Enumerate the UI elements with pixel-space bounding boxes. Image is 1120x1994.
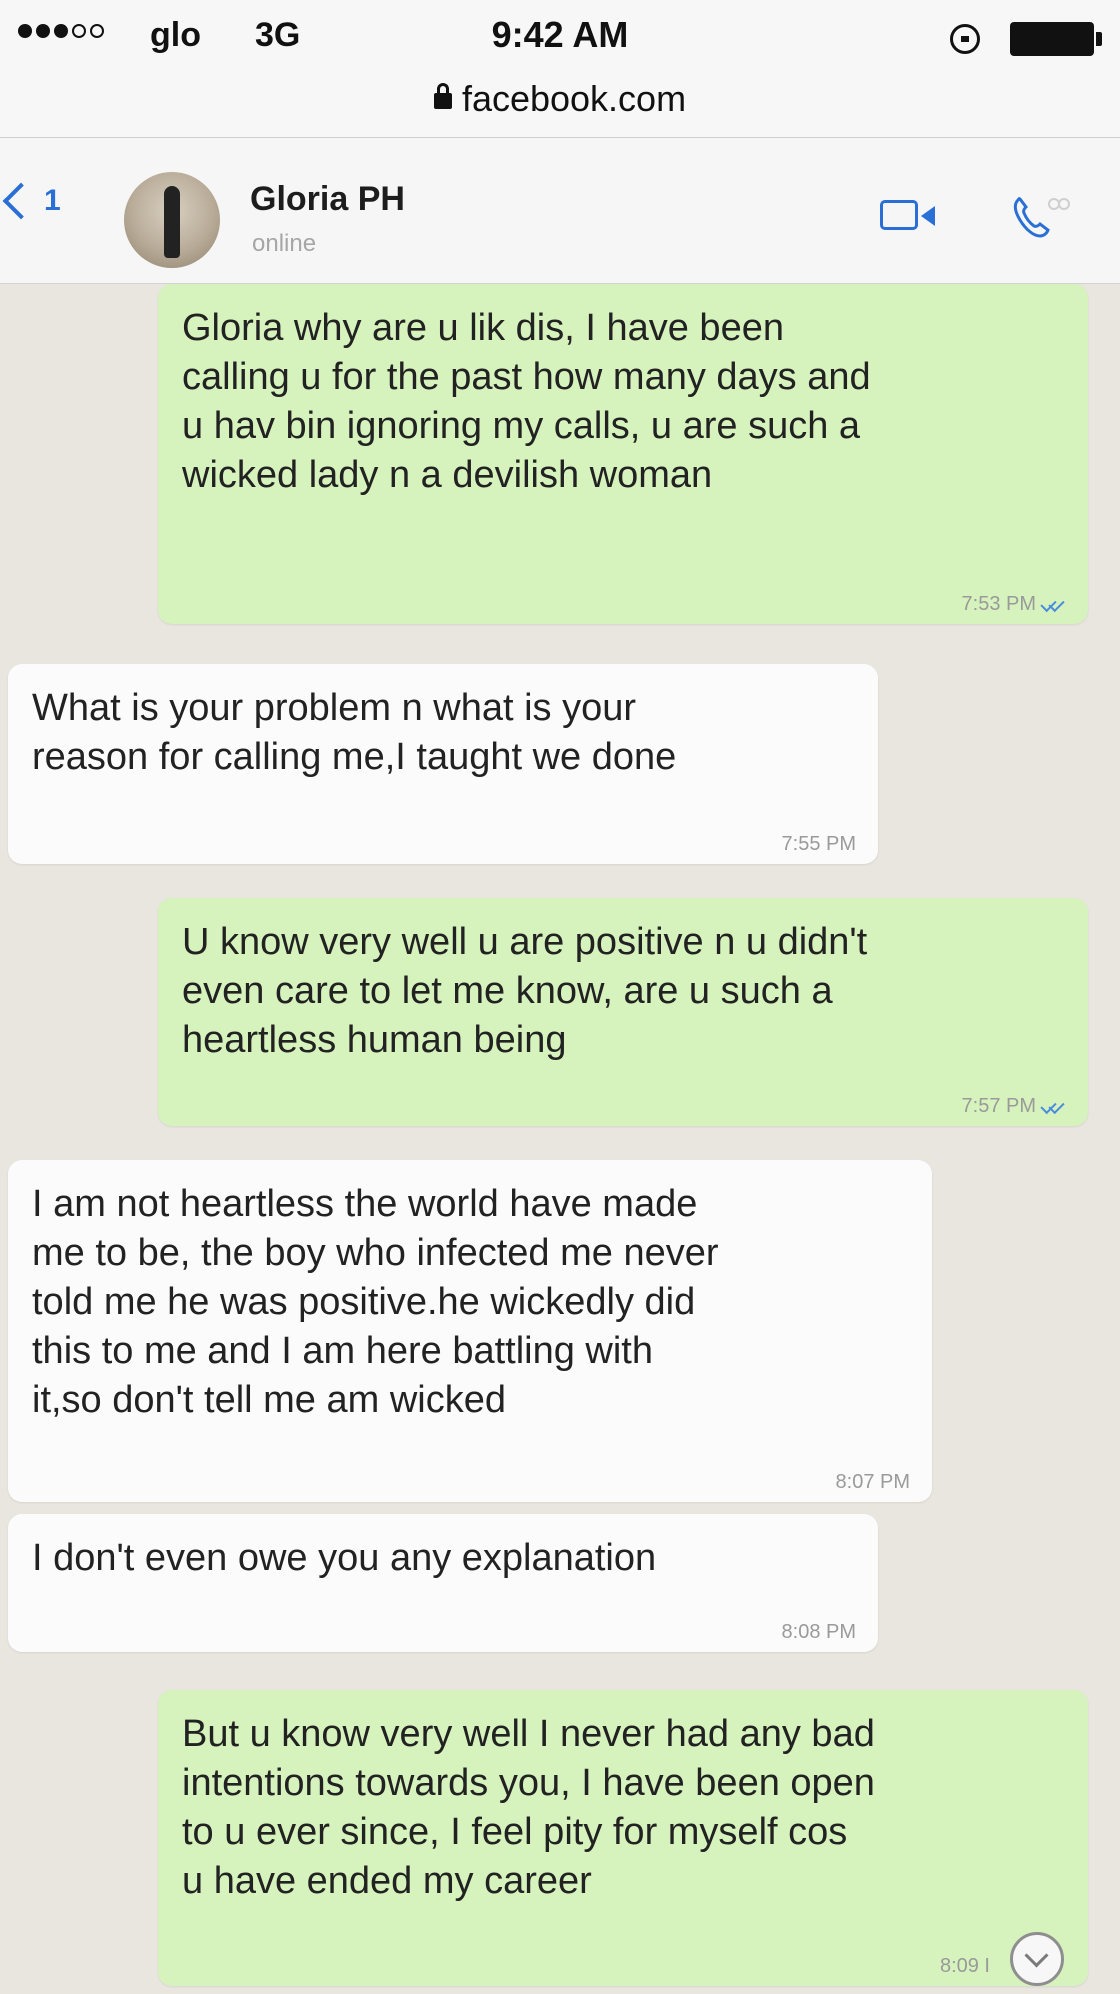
back-button[interactable]: 1 — [0, 182, 61, 220]
message-bubble-incoming[interactable]: I don't even owe you any explanation 8:0… — [8, 1514, 878, 1652]
message-bubble-outgoing[interactable]: Gloria why are u lik dis, I have been ca… — [158, 284, 1088, 624]
message-bubble-outgoing[interactable]: U know very well u are positive n u didn… — [158, 898, 1088, 1126]
double-check-icon — [1040, 597, 1066, 611]
message-meta: 8:08 PM — [782, 1622, 856, 1642]
message-text: But u know very well I never had any bad… — [182, 1713, 875, 1902]
lock-icon — [433, 83, 452, 109]
message-meta: 7:57 PM — [962, 1096, 1066, 1116]
message-meta: 8:09 I — [940, 1956, 990, 1976]
battery-icon — [1010, 22, 1102, 56]
message-time: 7:53 PM — [961, 593, 1036, 615]
unread-count: 1 — [44, 184, 61, 217]
contact-name[interactable]: Gloria PH — [250, 180, 405, 219]
voice-call-icon[interactable] — [1010, 194, 1070, 242]
url-text: facebook.com — [461, 78, 687, 119]
message-text: I don't even owe you any explanation — [32, 1537, 657, 1579]
message-text: U know very well u are positive n u didn… — [182, 921, 868, 1061]
message-bubble-incoming[interactable]: What is your problem n what is your reas… — [8, 664, 878, 864]
message-text: What is your problem n what is your reas… — [32, 687, 677, 778]
message-time: 8:07 PM — [835, 1471, 910, 1493]
contact-status: online — [252, 230, 317, 257]
message-text: Gloria why are u lik dis, I have been ca… — [182, 307, 871, 496]
message-bubble-outgoing[interactable]: But u know very well I never had any bad… — [158, 1690, 1088, 1986]
message-meta: 7:55 PM — [782, 834, 856, 854]
message-time: 8:09 I — [939, 1955, 990, 1977]
chevron-left-icon — [2, 182, 40, 220]
message-time: 7:57 PM — [961, 1095, 1036, 1117]
message-text: I am not heartless the world have made m… — [32, 1183, 719, 1421]
message-time: 8:08 PM — [781, 1621, 856, 1643]
scroll-down-button[interactable] — [1010, 1932, 1064, 1986]
message-meta: 7:53 PM — [962, 594, 1066, 614]
avatar[interactable] — [124, 172, 220, 268]
address-bar[interactable]: facebook.com — [0, 70, 1120, 138]
message-meta: 8:07 PM — [836, 1472, 910, 1492]
video-call-icon[interactable] — [880, 200, 935, 230]
status-bar: glo 3G 9:42 AM — [0, 0, 1120, 70]
rotation-lock-icon — [950, 24, 980, 54]
message-time: 7:55 PM — [781, 833, 856, 855]
chat-header: 1 Gloria PH online — [0, 138, 1120, 284]
message-bubble-incoming[interactable]: I am not heartless the world have made m… — [8, 1160, 932, 1502]
double-check-icon — [1040, 1099, 1066, 1113]
